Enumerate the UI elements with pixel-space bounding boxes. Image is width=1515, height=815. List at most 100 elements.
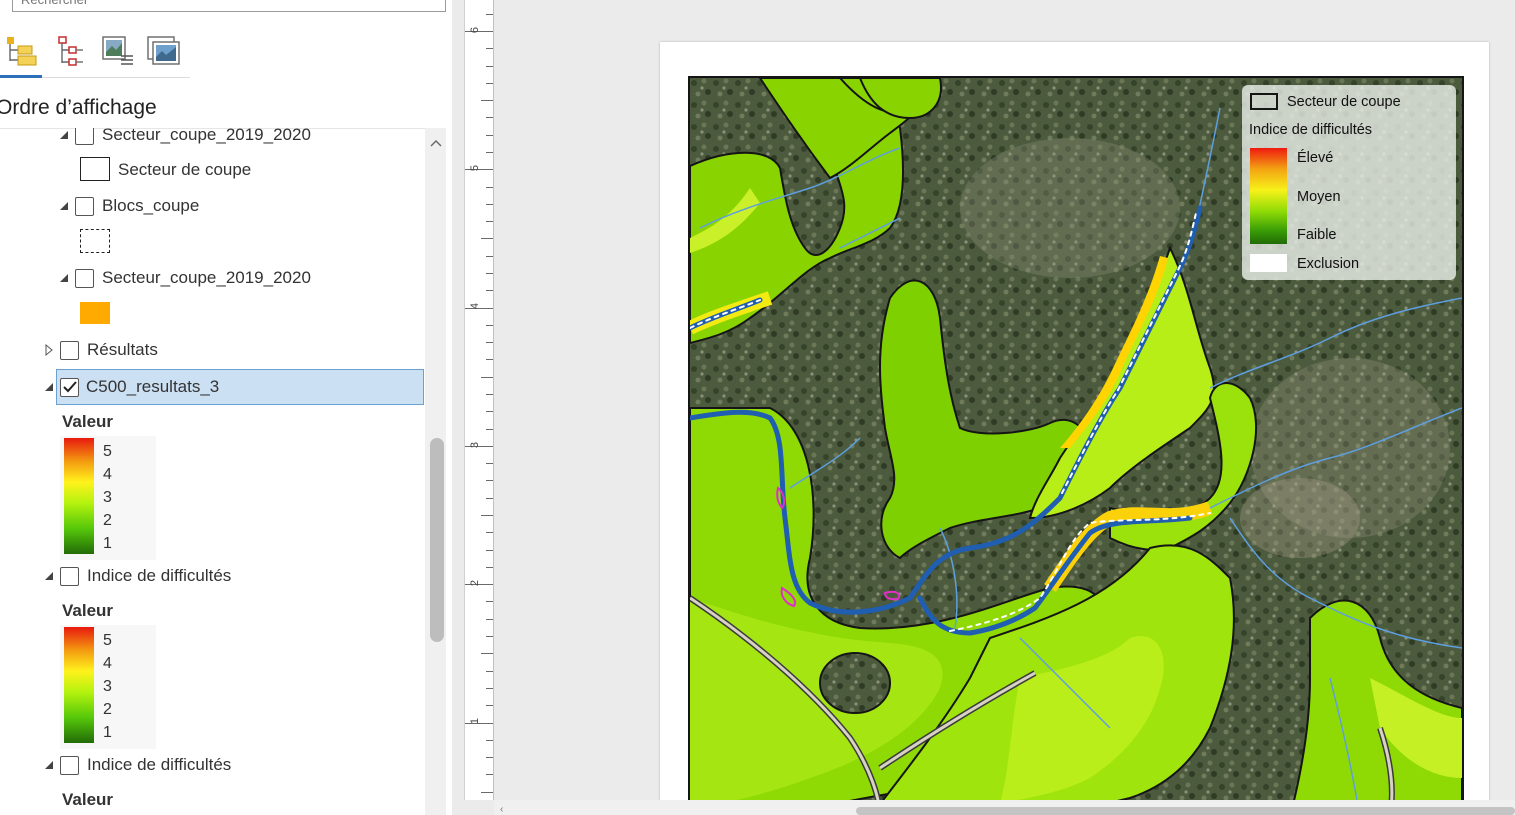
layer-row-secteur-coupe[interactable]: Secteur_coupe_2019_2020 — [56, 264, 311, 292]
ruler-tick — [486, 463, 493, 465]
ramp-label: 3 — [103, 678, 112, 695]
expand-icon[interactable] — [43, 381, 55, 393]
ruler-tick — [486, 480, 493, 482]
layer-row-blocs-coupe[interactable]: Blocs_coupe — [56, 192, 199, 220]
expand-icon[interactable] — [58, 200, 70, 212]
layer-label: Indice de difficultés — [87, 755, 232, 774]
symbol-fill-swatch[interactable] — [80, 302, 110, 324]
legend-title: Valeur — [62, 790, 114, 809]
layer-row-resultats[interactable]: Résultats — [42, 336, 158, 364]
ruler-tick — [481, 791, 493, 793]
expand-icon[interactable] — [43, 570, 55, 582]
layer-label: Blocs_coupe — [102, 196, 200, 215]
legend-label: Exclusion — [1297, 256, 1360, 272]
layer-row-secteur-top[interactable]: Secteur_coupe_2019_2020 — [56, 128, 311, 149]
expand-icon[interactable] — [58, 129, 70, 141]
imagery-clearing — [960, 138, 1180, 278]
ruler-tick — [481, 238, 493, 240]
layer-row-c500-resultats[interactable]: C500_resultats_3 — [56, 369, 424, 405]
search-input[interactable] — [19, 0, 399, 10]
pane-title: Ordre d’affichage — [0, 96, 157, 119]
ruler-label: 5 — [469, 164, 481, 172]
ruler-tick — [486, 221, 493, 223]
ruler-tick — [486, 739, 493, 741]
ramp-label: 1 — [103, 724, 112, 741]
selection-icon — [102, 36, 133, 65]
ruler-tick — [486, 549, 493, 551]
contents-toolbar — [0, 24, 190, 78]
layer-tree: Secteur_coupe_2019_2020 Secteur de coupe… — [0, 128, 425, 815]
legend-label: Secteur de coupe — [1287, 94, 1401, 110]
drawing-order-icon — [7, 37, 37, 66]
ruler-tick — [486, 411, 493, 413]
ruler-tick — [486, 497, 493, 499]
tab-editing[interactable] — [142, 28, 184, 74]
ruler-tick — [486, 324, 493, 326]
contents-pane: Ordre d’affichage Secteur_coupe_2019_202… — [0, 0, 452, 815]
tab-data-source[interactable] — [48, 28, 90, 74]
ruler-tick — [486, 134, 493, 136]
legend-label: Élevé — [1297, 150, 1334, 166]
ruler-tick — [481, 653, 493, 655]
ramp-label: 5 — [103, 632, 112, 649]
scroll-left-icon[interactable]: ‹ — [500, 804, 503, 815]
ramp-label: 5 — [103, 443, 112, 460]
group-visibility-checkbox[interactable] — [60, 340, 79, 360]
ruler-tick — [486, 186, 493, 188]
tab-selection[interactable] — [96, 28, 138, 74]
layer-row-indice-difficultes[interactable]: Indice de difficultés — [42, 562, 231, 590]
ruler-tick — [486, 566, 493, 568]
horizontal-scrollbar-thumb[interactable] — [856, 807, 1515, 815]
legend-label: Faible — [1297, 227, 1337, 243]
ruler-tick — [486, 670, 493, 672]
ruler-tick — [486, 636, 493, 638]
layer-visibility-checkbox-checked[interactable] — [60, 377, 79, 397]
symbol-label: Secteur de coupe — [118, 160, 252, 179]
tab-drawing-order[interactable] — [0, 28, 42, 78]
color-ramp[interactable] — [64, 438, 94, 554]
ramp-label: 1 — [103, 535, 112, 552]
ruler-label: 4 — [469, 302, 481, 310]
layer-label: C500_resultats_3 — [86, 377, 220, 396]
ruler-tick — [486, 13, 493, 15]
scrollbar-thumb[interactable] — [430, 438, 444, 642]
ramp-label: 2 — [103, 701, 112, 718]
ruler-tick — [486, 255, 493, 257]
layer-visibility-checkbox[interactable] — [75, 196, 94, 216]
color-ramp[interactable] — [64, 627, 94, 743]
ruler-tick — [486, 601, 493, 603]
layer-visibility-checkbox[interactable] — [60, 755, 79, 775]
expand-icon[interactable] — [43, 759, 55, 771]
ramp-label: 4 — [103, 466, 112, 483]
ruler-tick — [486, 774, 493, 776]
ruler-tick — [486, 359, 493, 361]
ruler-tick — [486, 273, 493, 275]
ruler-tick — [486, 342, 493, 344]
layer-visibility-checkbox[interactable] — [75, 268, 94, 288]
layer-visibility-checkbox[interactable] — [60, 566, 79, 586]
symbol-dashed-swatch[interactable] — [80, 229, 110, 253]
search-box[interactable] — [12, 0, 446, 12]
ruler-tick — [486, 394, 493, 396]
legend-title: Valeur — [62, 601, 114, 620]
search-dropdown-icon[interactable] — [387, 0, 399, 6]
ruler-tick — [486, 117, 493, 119]
ruler-tick — [486, 82, 493, 84]
symbol-outline-swatch[interactable] — [80, 157, 110, 181]
ramp-label: 4 — [103, 655, 112, 672]
layer-visibility-checkbox[interactable] — [75, 128, 94, 145]
layer-label: Secteur_coupe_2019_2020 — [102, 268, 311, 287]
ruler-tick — [486, 290, 493, 292]
checkmark-icon — [62, 381, 77, 393]
ruler-tick — [481, 376, 493, 378]
layer-row-indice-difficultes-2[interactable]: Indice de difficultés — [42, 751, 231, 779]
vertical-ruler: 6 5 4 3 2 1 — [464, 0, 494, 800]
collapse-icon[interactable] — [43, 344, 55, 356]
legend-color-ramp — [1250, 148, 1287, 244]
map-legend[interactable]: Secteur de coupe Indice de difficultés É… — [1242, 85, 1456, 280]
ruler-tick — [486, 65, 493, 67]
ramp-label: 2 — [103, 512, 112, 529]
scroll-up-icon[interactable] — [428, 132, 444, 154]
ramp-label: 3 — [103, 489, 112, 506]
expand-icon[interactable] — [58, 272, 70, 284]
